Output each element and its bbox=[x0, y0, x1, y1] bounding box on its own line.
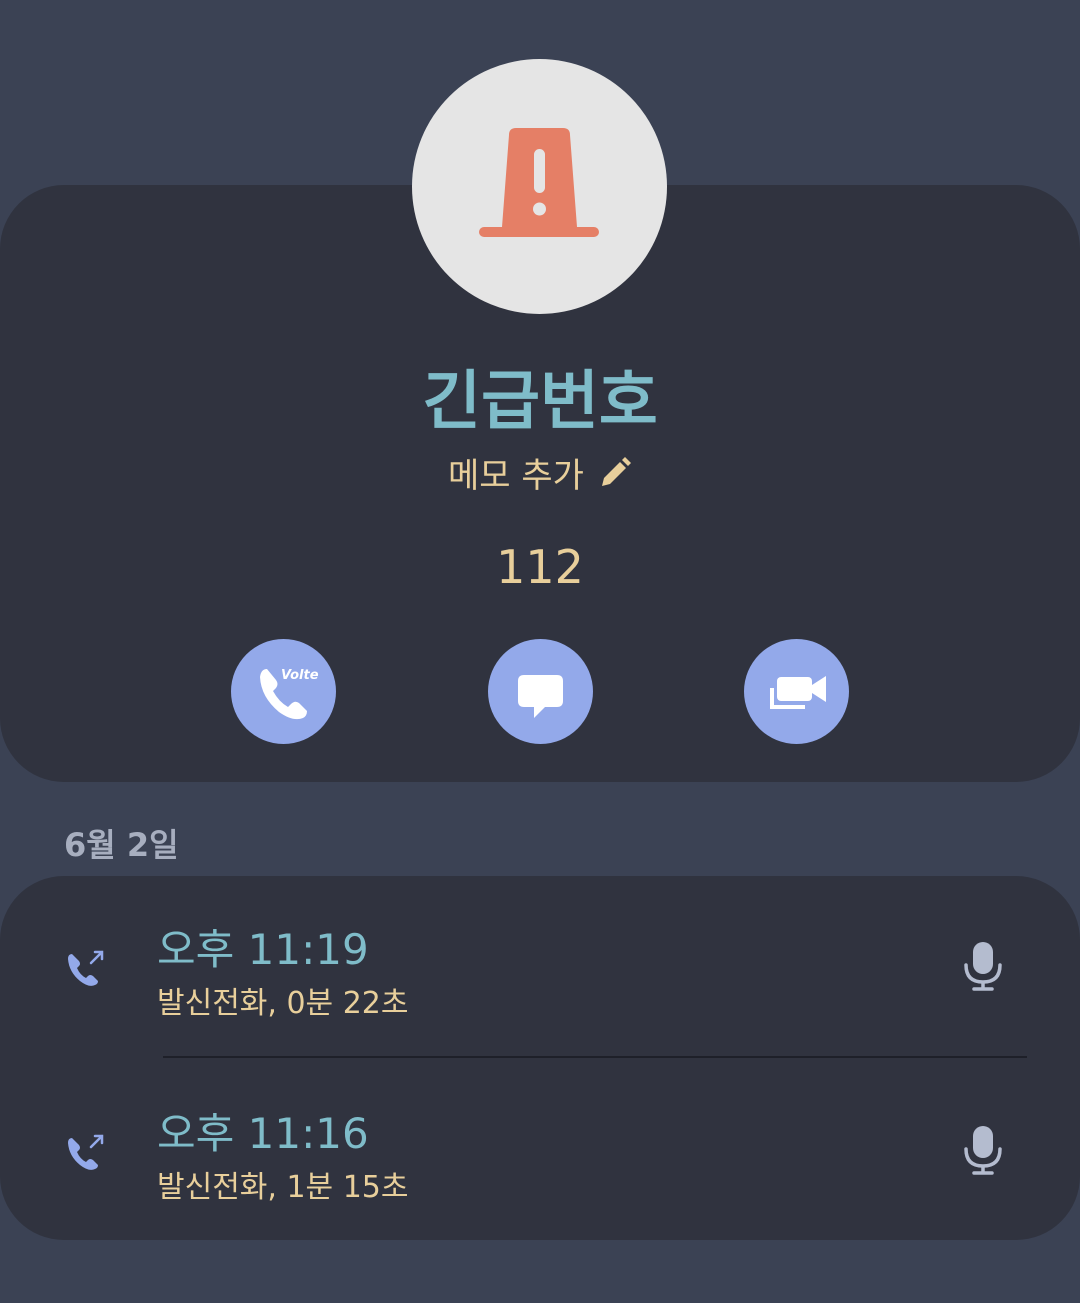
voice-call-button[interactable]: Volte bbox=[231, 639, 336, 744]
call-time: 오후 11:19 bbox=[157, 925, 369, 974]
contact-avatar[interactable] bbox=[412, 59, 667, 314]
recording-mic-icon[interactable] bbox=[960, 938, 1006, 998]
video-call-button[interactable] bbox=[744, 639, 849, 744]
call-log-entry[interactable]: 오후 11:16 발신전화, 1분 15초 bbox=[0, 1100, 1080, 1230]
outgoing-call-icon bbox=[64, 944, 110, 994]
call-detail: 발신전화, 0분 22초 bbox=[157, 986, 409, 1021]
outgoing-call-icon bbox=[64, 1128, 110, 1178]
phone-number: 112 bbox=[496, 540, 584, 594]
chat-bubble-icon bbox=[518, 675, 563, 718]
message-button[interactable] bbox=[488, 639, 593, 744]
video-camera-icon bbox=[770, 676, 826, 709]
pencil-icon bbox=[598, 456, 632, 499]
memo-label: 메모 추가 bbox=[448, 456, 584, 496]
call-time: 오후 11:16 bbox=[157, 1109, 369, 1158]
volte-badge: Volte bbox=[281, 668, 319, 683]
history-date: 6월 2일 bbox=[64, 826, 179, 864]
call-detail: 발신전화, 1분 15초 bbox=[157, 1170, 409, 1205]
contact-name: 긴급번호 bbox=[422, 365, 658, 439]
phone-volte-icon: Volte bbox=[260, 668, 319, 720]
call-log-entry[interactable]: 오후 11:19 발신전화, 0분 22초 bbox=[0, 916, 1080, 1046]
divider bbox=[163, 1056, 1027, 1058]
add-memo-button[interactable]: 메모 추가 bbox=[0, 448, 1080, 499]
recording-mic-icon[interactable] bbox=[960, 1122, 1006, 1182]
siren-icon bbox=[479, 128, 599, 237]
